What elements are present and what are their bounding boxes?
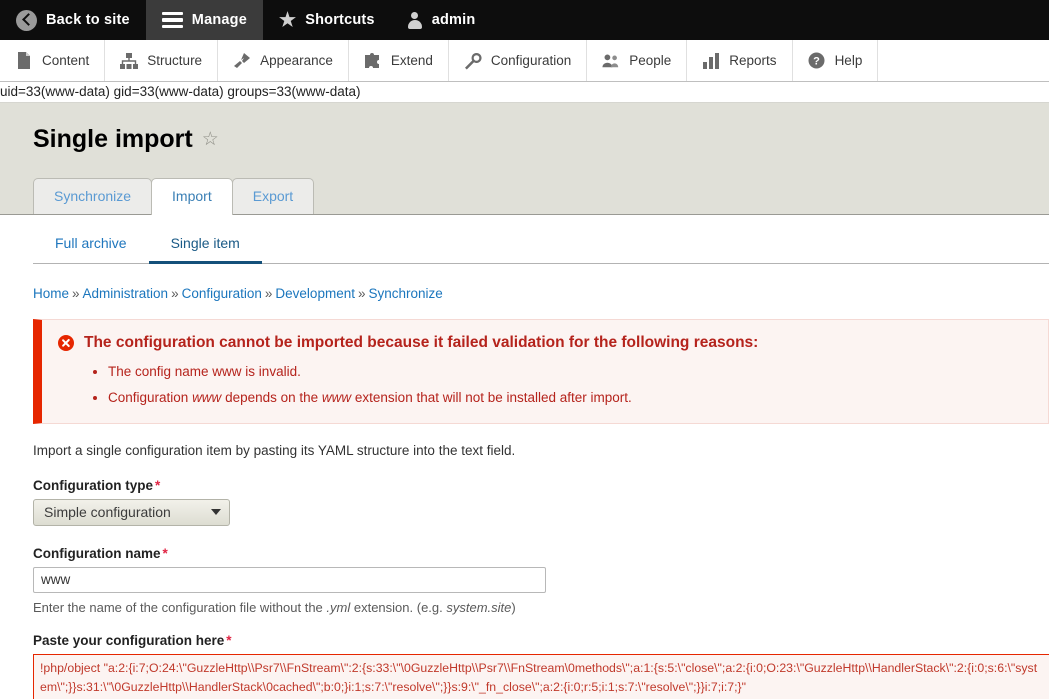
desc-pre: Enter the name of the configuration file… — [33, 599, 327, 615]
tab-synchronize[interactable]: Synchronize — [33, 178, 153, 214]
error-heading-text: The configuration cannot be imported bec… — [84, 334, 759, 351]
star-icon: ★ — [278, 9, 297, 31]
validation-error-message: The configuration cannot be imported bec… — [33, 319, 1049, 424]
required-marker: * — [155, 477, 161, 493]
wrench-icon — [464, 52, 482, 70]
admin-menu-item-configuration[interactable]: Configuration — [449, 40, 588, 81]
admin-menu-item-reports[interactable]: Reports — [687, 40, 793, 81]
user-icon — [407, 11, 423, 29]
toolbar-item-back-to-site[interactable]: Back to site — [0, 0, 146, 40]
sitemap-icon — [120, 52, 139, 70]
tab-import[interactable]: Import — [151, 178, 233, 215]
bar-chart-icon — [702, 52, 720, 70]
config-name-label: Configuration name * — [33, 546, 1049, 561]
error-reason-pre: Configuration — [108, 390, 193, 406]
page-title: Single import ☆ — [33, 125, 1029, 154]
page-header: Single import ☆ Synchronize Import Expor… — [0, 103, 1049, 215]
toolbar-label-admin: admin — [431, 12, 476, 28]
toolbar-item-manage[interactable]: Manage — [145, 0, 263, 40]
admin-menu-item-help[interactable]: ? Help — [793, 40, 879, 81]
people-icon — [602, 52, 620, 70]
secondary-tabs: Full archive Single item — [33, 215, 1049, 264]
error-reason-post: extension that will not be installed aft… — [351, 390, 632, 406]
admin-menu-label-people: People — [629, 53, 672, 68]
admin-menu-label-configuration: Configuration — [490, 53, 572, 68]
primary-tabs: Synchronize Import Export — [33, 178, 1049, 215]
breadcrumb-item-configuration[interactable]: Configuration — [182, 286, 262, 301]
breadcrumb-item-administration[interactable]: Administration — [83, 286, 169, 301]
breadcrumb: Home» Administration» Configuration» Develo… — [0, 264, 1049, 311]
breadcrumb-separator: » — [72, 286, 80, 301]
error-reason-emphasis: www — [321, 390, 352, 406]
toolbar-item-shortcuts[interactable]: ★ Shortcuts — [263, 0, 391, 40]
admin-menu-item-content[interactable]: Content — [0, 40, 106, 81]
error-reason-item: The config name www is invalid. — [108, 363, 1032, 381]
toolbar-label-manage: Manage — [191, 12, 247, 28]
breadcrumb-item-development[interactable]: Development — [275, 286, 355, 301]
required-marker: * — [226, 632, 232, 648]
admin-menu-bar: Content Structure Appearance Extend Conf… — [0, 40, 1049, 82]
breadcrumb-separator: » — [357, 286, 366, 301]
desc-post: ) — [511, 599, 516, 615]
admin-menu-label-content: Content — [42, 53, 90, 68]
error-reason-mid: depends on the — [221, 390, 322, 406]
svg-text:?: ? — [813, 56, 820, 68]
admin-menu-item-appearance[interactable]: Appearance — [218, 40, 349, 81]
breadcrumb-item-synchronize[interactable]: Synchronize — [368, 286, 442, 301]
admin-menu-label-help: Help — [834, 53, 863, 68]
subtab-single-item[interactable]: Single item — [148, 225, 262, 264]
config-type-selected-value: Simple configuration — [44, 504, 171, 521]
chevron-down-icon — [211, 509, 221, 516]
paste-config-textarea[interactable] — [33, 653, 1049, 699]
admin-menu-label-extend: Extend — [390, 53, 433, 68]
page-title-text: Single import — [33, 125, 193, 153]
subtab-full-archive[interactable]: Full archive — [33, 225, 149, 264]
config-name-label-text: Configuration name — [33, 545, 161, 561]
breadcrumb-separator: » — [171, 286, 179, 301]
toolbar-label-shortcuts: Shortcuts — [305, 12, 375, 28]
config-name-input[interactable] — [33, 566, 546, 593]
shell-command-output: uid=33(www-data) gid=33(www-data) groups… — [0, 82, 1049, 103]
main-content: Full archive Single item Home» Administra… — [0, 215, 1049, 699]
admin-menu-label-reports: Reports — [729, 53, 777, 68]
admin-menu-label-structure: Structure — [147, 53, 203, 68]
desc-mid: extension. (e.g. — [350, 599, 447, 615]
tab-export[interactable]: Export — [231, 178, 315, 214]
paste-config-label-text: Paste your configuration here — [33, 632, 225, 648]
paintbrush-icon — [233, 52, 251, 70]
breadcrumb-item-home[interactable]: Home — [33, 286, 69, 301]
config-type-label-text: Configuration type — [33, 477, 153, 493]
error-reason-item: Configuration www depends on the www ext… — [108, 389, 1032, 407]
required-marker: * — [162, 545, 168, 561]
puzzle-piece-icon — [364, 52, 382, 70]
toolbar-label-back-to-site: Back to site — [46, 12, 130, 28]
config-type-select[interactable]: Simple configuration — [33, 498, 230, 526]
single-import-form: Import a single configuration item by pa… — [0, 443, 1049, 699]
bookmark-star-icon[interactable]: ☆ — [202, 130, 219, 149]
breadcrumb-separator: » — [264, 286, 273, 301]
paste-config-label: Paste your configuration here * — [33, 633, 1049, 648]
document-icon — [15, 52, 33, 70]
admin-menu-label-appearance: Appearance — [260, 53, 333, 68]
hamburger-icon — [161, 12, 183, 28]
error-heading: The configuration cannot be imported bec… — [58, 334, 1032, 353]
admin-menu-item-extend[interactable]: Extend — [349, 40, 449, 81]
error-reason-list: The config name www is invalid. Configur… — [58, 363, 1032, 407]
admin-menu-item-structure[interactable]: Structure — [105, 40, 219, 81]
admin-toolbar: Back to site Manage ★ Shortcuts admin — [0, 0, 1049, 40]
desc-emphasis: .yml — [326, 599, 351, 615]
form-intro-text: Import a single configuration item by pa… — [33, 442, 516, 458]
error-circle-icon — [58, 335, 74, 351]
toolbar-item-admin-user[interactable]: admin — [391, 0, 492, 40]
config-type-label: Configuration type * — [33, 478, 1049, 493]
error-reason-emphasis: www — [192, 390, 222, 406]
config-name-description: Enter the name of the configuration file… — [33, 600, 1049, 615]
admin-menu-item-people[interactable]: People — [587, 40, 688, 81]
back-arrow-icon — [16, 9, 37, 31]
question-mark-icon: ? — [808, 52, 826, 70]
desc-emphasis: system.site — [446, 599, 512, 615]
